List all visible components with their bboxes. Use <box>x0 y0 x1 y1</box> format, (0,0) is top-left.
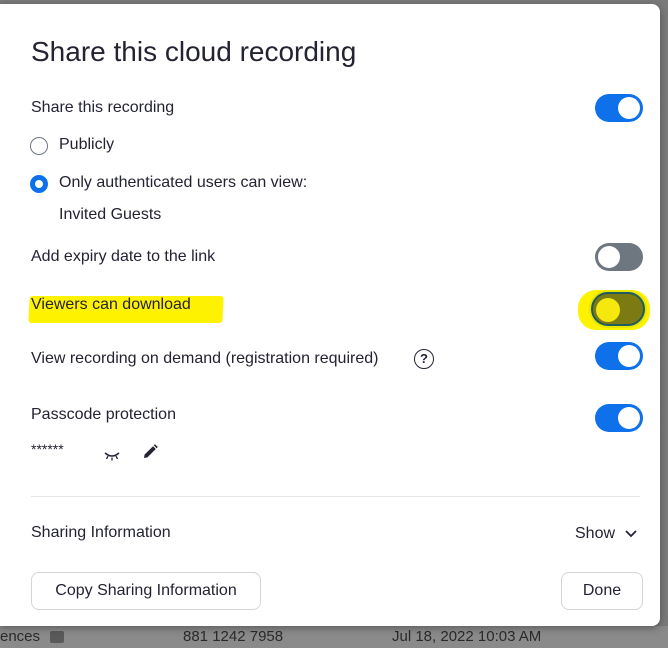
sharing-info-label: Sharing Information <box>31 524 171 541</box>
viewers-download-label: Viewers can download <box>31 296 191 313</box>
toggle-knob <box>598 246 620 268</box>
share-recording-toggle[interactable] <box>595 94 643 122</box>
on-demand-label: View recording on demand (registration r… <box>31 350 379 367</box>
expiry-toggle[interactable] <box>595 243 643 271</box>
radio-authenticated-label[interactable]: Only authenticated users can view: <box>59 174 307 192</box>
background-row-topic: ences <box>0 628 41 645</box>
passcode-label: Passcode protection <box>31 406 176 423</box>
copy-sharing-info-button[interactable]: Copy Sharing Information <box>31 572 261 610</box>
toggle-knob <box>618 407 640 429</box>
background-table-row: ences 881 1242 7958 Jul 18, 2022 10:03 A… <box>0 626 668 648</box>
passcode-toggle[interactable] <box>595 404 643 432</box>
background-row-start-time: Jul 18, 2022 10:03 AM <box>392 628 542 645</box>
chevron-down-icon <box>625 530 637 538</box>
radio-authenticated[interactable] <box>30 175 48 193</box>
background-row-meeting-id: 881 1242 7958 <box>183 628 284 645</box>
toggle-knob <box>618 345 640 367</box>
toggle-knob <box>596 298 620 322</box>
sharing-info-show-toggle[interactable]: Show <box>575 525 637 543</box>
done-button[interactable]: Done <box>561 572 643 610</box>
eye-closed-icon[interactable] <box>101 444 123 466</box>
dialog-title: Share this cloud recording <box>31 36 357 67</box>
toggle-knob <box>618 97 640 119</box>
radio-publicly[interactable] <box>30 137 48 155</box>
share-recording-dialog: Share this cloud recording Share this re… <box>0 4 660 626</box>
on-demand-toggle[interactable] <box>595 342 643 370</box>
section-divider <box>31 496 640 497</box>
background-row-chip <box>50 631 64 643</box>
radio-publicly-label[interactable]: Publicly <box>59 136 114 154</box>
share-recording-label: Share this recording <box>31 99 175 116</box>
passcode-value: ****** <box>31 441 64 457</box>
help-icon[interactable]: ? <box>414 349 434 369</box>
viewers-download-toggle[interactable] <box>591 292 645 326</box>
authenticated-users-value: Invited Guests <box>59 206 162 223</box>
pencil-icon[interactable] <box>139 441 161 463</box>
sharing-info-show-label: Show <box>575 525 616 542</box>
expiry-label: Add expiry date to the link <box>31 248 216 265</box>
